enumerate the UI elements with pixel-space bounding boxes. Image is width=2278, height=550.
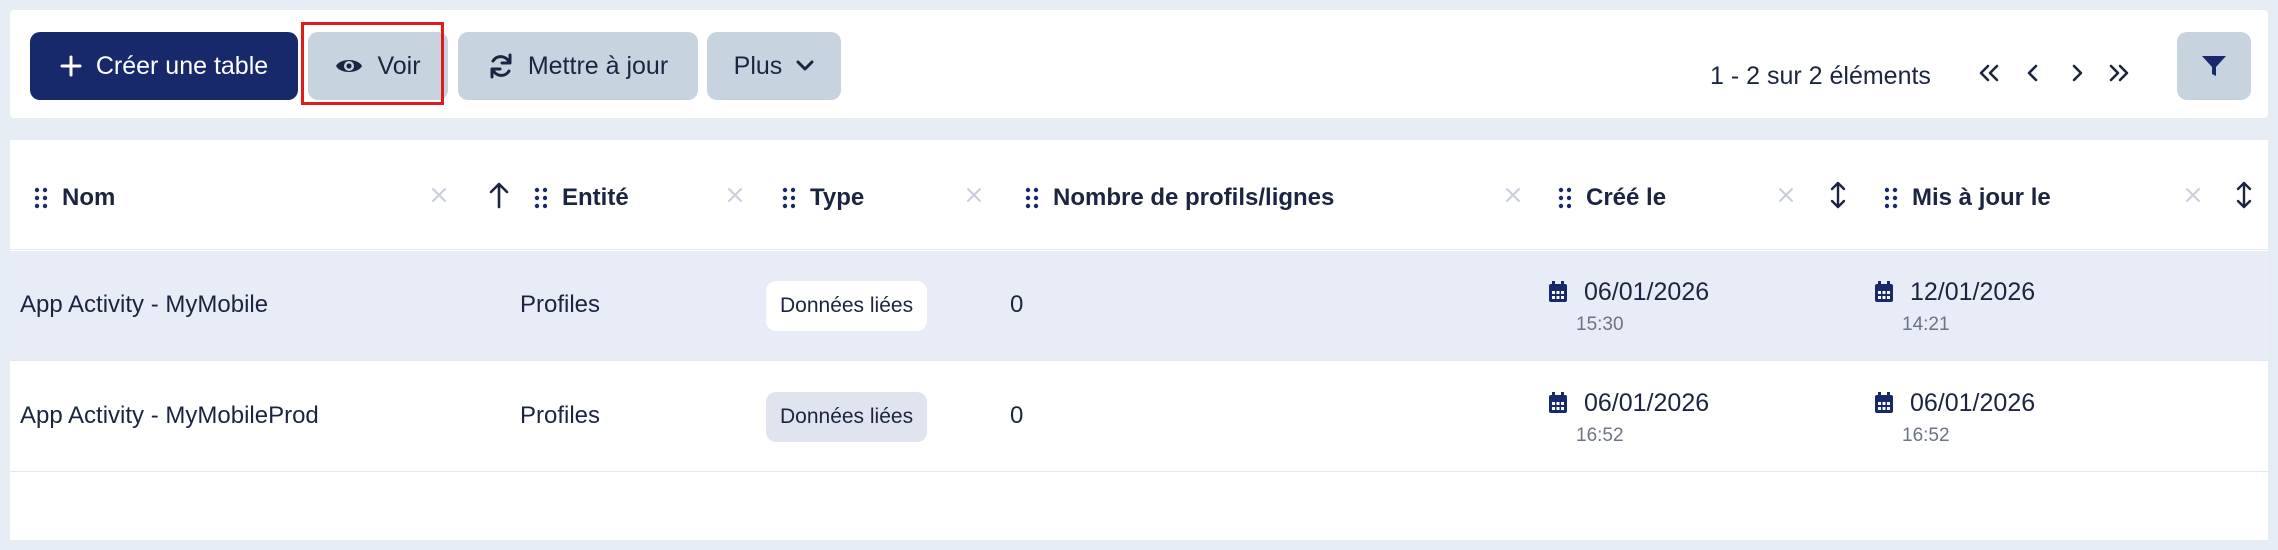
data-table: Nom Entité Type Nombre de profils/lignes… bbox=[10, 140, 2268, 540]
clear-filter-icon[interactable] bbox=[1773, 182, 1799, 208]
toolbar: Créer une table Voir Mettre à jour Plus … bbox=[10, 10, 2268, 118]
create-table-label: Créer une table bbox=[95, 51, 269, 80]
cell-name: App Activity - MyMobile bbox=[20, 291, 269, 318]
drag-handle-icon[interactable] bbox=[1025, 187, 1039, 209]
created-time: 16:52 bbox=[1576, 425, 1624, 446]
prev-page-button[interactable] bbox=[2016, 56, 2050, 90]
refresh-label: Mettre à jour bbox=[527, 51, 669, 80]
column-header-entity[interactable]: Entité bbox=[534, 180, 629, 216]
create-table-button[interactable]: Créer une table bbox=[30, 32, 298, 100]
created-time: 15:30 bbox=[1576, 314, 1624, 335]
drag-handle-icon[interactable] bbox=[534, 187, 548, 209]
cell-count: 0 bbox=[1010, 291, 1024, 318]
column-label-entity: Entité bbox=[562, 184, 629, 211]
chevrons-right-icon bbox=[2109, 64, 2129, 82]
chevron-right-icon bbox=[2072, 64, 2083, 82]
refresh-icon bbox=[490, 53, 512, 79]
calendar-icon bbox=[1549, 392, 1567, 413]
column-header-count[interactable]: Nombre de profils/lignes bbox=[1025, 180, 1334, 216]
view-label: Voir bbox=[377, 51, 421, 80]
drag-handle-icon[interactable] bbox=[1884, 187, 1898, 209]
filter-button[interactable] bbox=[2177, 32, 2251, 100]
clear-filter-icon[interactable] bbox=[961, 182, 987, 208]
column-header-created[interactable]: Créé le bbox=[1558, 180, 1666, 216]
calendar-icon bbox=[1875, 281, 1893, 302]
created-date: 06/01/2026 bbox=[1584, 389, 1710, 417]
calendar-icon bbox=[1875, 392, 1893, 413]
column-header-type[interactable]: Type bbox=[782, 180, 864, 216]
chevrons-left-icon bbox=[1979, 64, 1999, 82]
column-label-created: Créé le bbox=[1586, 184, 1667, 211]
more-button[interactable]: Plus bbox=[707, 32, 841, 100]
column-label-updated: Mis à jour le bbox=[1912, 184, 2051, 211]
updated-date: 06/01/2026 bbox=[1910, 389, 2036, 417]
view-button[interactable]: Voir bbox=[308, 32, 448, 100]
column-header-name[interactable]: Nom bbox=[34, 180, 115, 216]
sort-vertical-icon[interactable] bbox=[2232, 180, 2256, 210]
column-label-count: Nombre de profils/lignes bbox=[1053, 184, 1335, 211]
updated-time: 14:21 bbox=[1902, 314, 1950, 335]
created-date: 06/01/2026 bbox=[1584, 278, 1710, 306]
calendar-icon bbox=[1549, 281, 1567, 302]
column-label-type: Type bbox=[810, 184, 865, 211]
refresh-button[interactable]: Mettre à jour bbox=[458, 32, 698, 100]
sort-vertical-icon[interactable] bbox=[1826, 180, 1850, 210]
last-page-button[interactable] bbox=[2102, 56, 2136, 90]
clear-filter-icon[interactable] bbox=[2180, 182, 2206, 208]
cell-count: 0 bbox=[1010, 402, 1024, 429]
clear-filter-icon[interactable] bbox=[722, 182, 748, 208]
column-label-name: Nom bbox=[62, 184, 116, 211]
table-row[interactable]: App Activity - MyMobile Profiles Données… bbox=[10, 251, 2268, 361]
drag-handle-icon[interactable] bbox=[34, 187, 48, 209]
type-chip: Données liées bbox=[766, 392, 928, 442]
table-header: Nom Entité Type Nombre de profils/lignes… bbox=[10, 140, 2268, 250]
plus-icon bbox=[60, 55, 82, 77]
clear-filter-icon[interactable] bbox=[426, 182, 452, 208]
eye-icon bbox=[336, 60, 363, 72]
next-page-button[interactable] bbox=[2060, 56, 2094, 90]
cell-entity: Profiles bbox=[520, 291, 601, 318]
more-label: Plus bbox=[733, 51, 783, 80]
drag-handle-icon[interactable] bbox=[782, 187, 796, 209]
first-page-button[interactable] bbox=[1972, 56, 2006, 90]
table-row[interactable]: App Activity - MyMobileProd Profiles Don… bbox=[10, 362, 2268, 472]
chevron-left-icon bbox=[2027, 64, 2038, 82]
pagination-info: 1 - 2 sur 2 éléments bbox=[1710, 62, 1931, 90]
drag-handle-icon[interactable] bbox=[1558, 187, 1572, 209]
updated-time: 16:52 bbox=[1902, 425, 1950, 446]
updated-date: 12/01/2026 bbox=[1910, 278, 2036, 306]
clear-filter-icon[interactable] bbox=[1500, 182, 1526, 208]
cell-entity: Profiles bbox=[520, 402, 601, 429]
type-chip: Données liées bbox=[766, 281, 928, 331]
cell-name: App Activity - MyMobileProd bbox=[20, 402, 319, 429]
column-header-updated[interactable]: Mis à jour le bbox=[1884, 180, 2051, 216]
arrow-up-icon[interactable] bbox=[487, 180, 511, 210]
chevron-down-icon bbox=[796, 60, 814, 71]
filter-icon bbox=[2202, 56, 2226, 76]
